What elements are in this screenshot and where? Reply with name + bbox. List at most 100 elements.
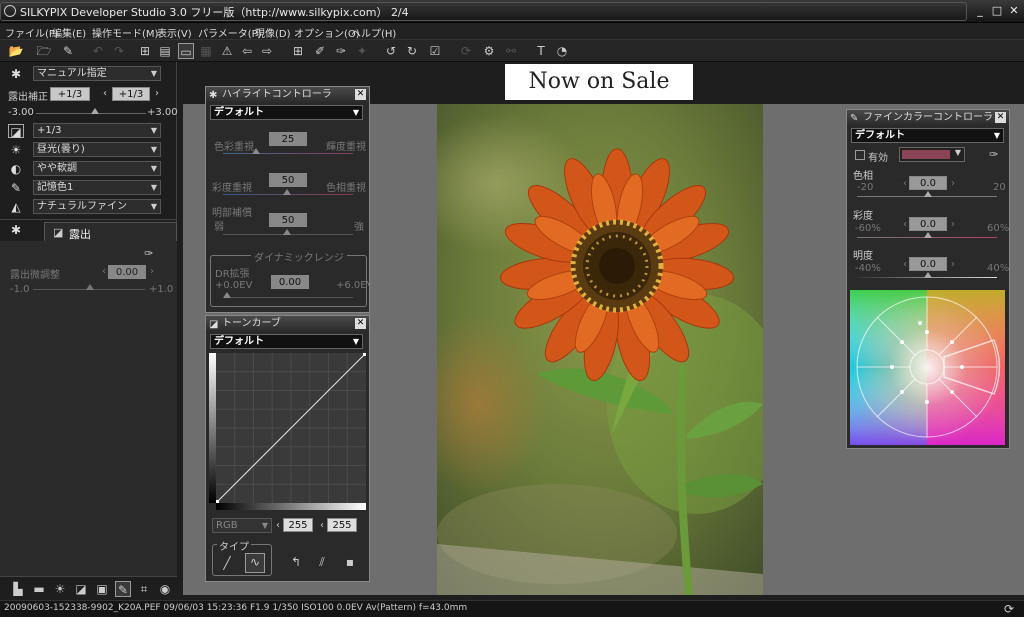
check-icon[interactable]: ☑: [427, 43, 443, 59]
wb-icon[interactable]: ☀: [52, 581, 68, 597]
brush-icon[interactable]: ✎: [8, 181, 24, 195]
panel-header[interactable]: ✎ ファインカラーコントローラ ✕: [847, 110, 1009, 125]
exposure-increase[interactable]: ›: [155, 88, 159, 99]
gray-pipette-icon[interactable]: ✑: [333, 43, 349, 59]
panel-header[interactable]: ◪ トーンカーブ ✕: [206, 316, 369, 331]
contrast-icon[interactable]: ◐: [8, 162, 24, 176]
menu-edit[interactable]: 編集(E): [52, 25, 86, 40]
sale-banner[interactable]: Now on Sale: [505, 64, 693, 100]
channel-select[interactable]: RGB ▼: [212, 518, 272, 533]
menu-view[interactable]: 表示(V): [157, 25, 192, 40]
pipette-icon[interactable]: ✑: [989, 148, 998, 161]
color-swatch-select[interactable]: ▼: [899, 147, 965, 162]
crop-icon[interactable]: ⌗: [136, 581, 152, 597]
hue-decrease[interactable]: ‹: [903, 178, 907, 189]
preview-view-icon[interactable]: ▭: [178, 43, 194, 59]
wb-select[interactable]: 昼光(曇り) ▼: [33, 142, 161, 157]
pipette-icon[interactable]: ✐: [312, 43, 328, 59]
brightness-thumb[interactable]: [924, 272, 932, 278]
sync-icon[interactable]: ⟳: [1004, 602, 1014, 616]
exposure-value-field[interactable]: +1/3: [50, 87, 90, 101]
gauge-icon[interactable]: ◔: [554, 43, 570, 59]
open-folder-icon[interactable]: 📂: [8, 43, 24, 59]
hue-thumb[interactable]: [924, 191, 932, 197]
shift-icon[interactable]: ▬: [31, 581, 47, 597]
warning-icon[interactable]: ⚠: [219, 43, 235, 59]
s2-thumb[interactable]: [283, 189, 291, 195]
exposure-slider-thumb[interactable]: [91, 108, 99, 114]
panel-header[interactable]: ✱ ハイライトコントローラ ✕: [206, 87, 369, 102]
s2-value-field[interactable]: 50: [269, 173, 307, 187]
s1-value-field[interactable]: 25: [269, 132, 307, 146]
menu-option[interactable]: オプション(O): [294, 25, 360, 40]
reset-curve-icon[interactable]: ↰: [288, 554, 304, 570]
thumbnail-view-icon[interactable]: ⊞: [137, 43, 153, 59]
menu-help[interactable]: ヘルプ(H): [351, 25, 396, 40]
ev-select[interactable]: +1/3 ▼: [33, 123, 161, 138]
combined-view-icon[interactable]: ▦: [198, 43, 214, 59]
saturation-increase[interactable]: ›: [951, 219, 955, 230]
link-icon[interactable]: ⚯: [503, 43, 519, 59]
fine-decrease[interactable]: ‹: [102, 266, 106, 277]
sharpness-icon[interactable]: ◭: [8, 200, 24, 214]
v2-field[interactable]: 255: [327, 518, 357, 532]
s1-thumb[interactable]: [252, 148, 260, 154]
menu-mode[interactable]: 操作モード(M): [92, 25, 158, 40]
saturation-thumb[interactable]: [924, 232, 932, 238]
undo-icon[interactable]: ↶: [90, 43, 106, 59]
maximize-button[interactable]: □: [990, 4, 1004, 18]
lens-icon[interactable]: ◉: [157, 581, 173, 597]
exposure-value-field-2[interactable]: +1/3: [112, 87, 150, 101]
curve-graph[interactable]: [216, 353, 366, 503]
open-file-icon[interactable]: 🗁: [36, 43, 52, 59]
spot-icon[interactable]: ✦: [354, 43, 370, 59]
refresh-icon[interactable]: ⟳: [458, 43, 474, 59]
saturation-value-field[interactable]: 0.0: [909, 217, 947, 231]
fine-exposure-field[interactable]: 0.00: [108, 265, 146, 279]
hue-increase[interactable]: ›: [951, 178, 955, 189]
dr-thumb[interactable]: [223, 292, 231, 298]
fine-color-icon[interactable]: ✎: [115, 581, 131, 597]
filmstrip-view-icon[interactable]: ▤: [157, 43, 173, 59]
tone-select[interactable]: やや軟調 ▼: [33, 161, 161, 176]
sun-icon[interactable]: ☀: [8, 143, 24, 157]
s1-slider[interactable]: [223, 153, 353, 154]
dr-slider[interactable]: [225, 297, 353, 298]
close-icon[interactable]: ✕: [995, 112, 1006, 123]
s3-thumb[interactable]: [283, 229, 291, 235]
v1-decrease[interactable]: ‹: [276, 520, 280, 531]
fine-increase[interactable]: ›: [150, 266, 154, 277]
sharp-select[interactable]: ナチュラルファイン ▼: [33, 199, 161, 214]
linear-type-icon[interactable]: ╱: [219, 555, 235, 571]
brightness-decrease[interactable]: ‹: [903, 259, 907, 270]
s3-value-field[interactable]: 50: [269, 213, 307, 227]
taste-select[interactable]: マニュアル指定 ▼: [33, 66, 161, 81]
tone-preset-select[interactable]: デフォルト ▼: [210, 334, 363, 349]
highlight-icon[interactable]: ▣: [94, 581, 110, 597]
fine-preset-select[interactable]: デフォルト ▼: [851, 128, 1004, 143]
point-icon[interactable]: ▪: [342, 554, 358, 570]
rotate-right-icon[interactable]: ↻: [404, 43, 420, 59]
histogram-icon[interactable]: ▙: [10, 581, 26, 597]
tab-exposure[interactable]: ◪ 露出: [44, 222, 177, 242]
saturation-decrease[interactable]: ‹: [903, 219, 907, 230]
menu-develop[interactable]: 現像(D): [255, 25, 291, 40]
v1-field[interactable]: 255: [283, 518, 313, 532]
brightness-increase[interactable]: ›: [951, 259, 955, 270]
v2-decrease[interactable]: ‹: [320, 520, 324, 531]
develop-icon[interactable]: ✎: [60, 43, 76, 59]
pipette-icon[interactable]: ✑: [144, 247, 153, 260]
photo-preview[interactable]: [437, 104, 763, 595]
dr-value-field[interactable]: 0.00: [271, 275, 309, 289]
curve-icon[interactable]: ◪: [73, 581, 89, 597]
color-wheel[interactable]: [850, 290, 1005, 445]
brightness-value-field[interactable]: 0.0: [909, 257, 947, 271]
app-icon[interactable]: [4, 5, 16, 17]
color-select[interactable]: 記憶色1 ▼: [33, 180, 161, 195]
minimize-button[interactable]: _: [973, 4, 987, 18]
rotate-left-icon[interactable]: ↺: [383, 43, 399, 59]
tools-icon[interactable]: ✱: [8, 223, 24, 237]
enable-checkbox[interactable]: [855, 150, 865, 160]
redo-icon[interactable]: ↷: [111, 43, 127, 59]
prev-image-icon[interactable]: ⇦: [239, 43, 255, 59]
